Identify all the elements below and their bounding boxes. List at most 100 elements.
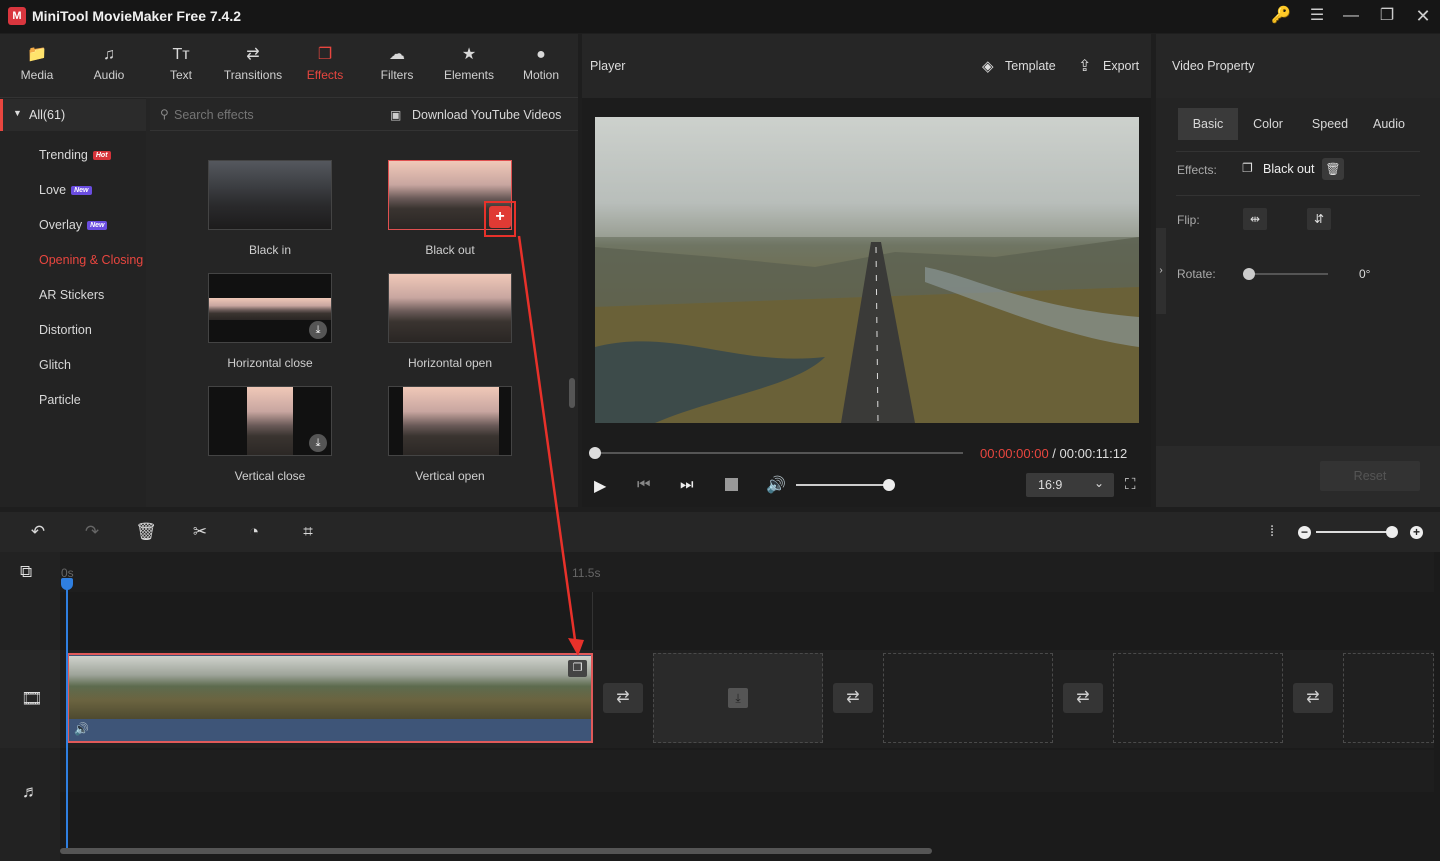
effect-thumb-black-in[interactable] [208, 160, 332, 230]
download-icon[interactable]: ⤓ [309, 321, 327, 339]
category-love[interactable]: Love New [39, 183, 92, 197]
empty-clip-slot[interactable] [1113, 653, 1283, 743]
aspect-ratio-select[interactable]: 16:9 ⌄ [1026, 473, 1114, 497]
crop-icon[interactable]: ⌗ [296, 520, 320, 544]
tab-color[interactable]: Color [1238, 108, 1298, 140]
tool-label: Media [20, 68, 54, 82]
category-opening-closing[interactable]: Opening & Closing [39, 253, 143, 267]
delete-effect-icon[interactable]: 🗑 [1322, 158, 1344, 180]
next-frame-button[interactable]: ⏭ [680, 476, 694, 493]
player-title: Player [590, 59, 626, 73]
film-icon: 🎞 [21, 689, 43, 708]
progress-track[interactable] [595, 452, 963, 454]
key-icon[interactable]: 🔑 [1268, 4, 1294, 28]
transition-swap-icon[interactable]: ⇄ [833, 683, 873, 713]
property-title: Video Property [1172, 59, 1255, 73]
close-icon[interactable]: ✕ [1410, 4, 1436, 28]
category-distortion[interactable]: Distortion [39, 323, 92, 337]
new-badge: New [71, 186, 92, 195]
transition-swap-icon[interactable]: ⇄ [1063, 683, 1103, 713]
tab-speed[interactable]: Speed [1298, 108, 1362, 140]
tool-transitions[interactable]: ⇄ Transitions [217, 34, 289, 98]
effect-label: Vertical close [234, 469, 306, 483]
category-label: Distortion [39, 323, 92, 337]
reset-button[interactable]: Reset [1320, 461, 1420, 491]
total-time: 00:00:11:12 [1059, 446, 1128, 461]
zoom-track[interactable] [1316, 531, 1392, 533]
zoom-handle[interactable] [1386, 526, 1398, 538]
tool-label: Audio [93, 68, 125, 82]
tab-audio[interactable]: Audio [1362, 108, 1416, 140]
clip-effect-icon[interactable]: ❐ [568, 660, 587, 677]
speed-icon[interactable]: ◔ [242, 520, 266, 544]
template-button[interactable]: Template [1005, 59, 1056, 73]
progress-handle[interactable] [589, 447, 601, 459]
category-particle[interactable]: Particle [39, 393, 81, 407]
flip-horizontal-icon[interactable]: ⇹ [1243, 208, 1267, 230]
zoom-in-icon[interactable]: + [1410, 526, 1423, 539]
flip-vertical-icon[interactable]: ⇵ [1307, 208, 1331, 230]
add-track-icon[interactable]: ⧉ [20, 562, 32, 582]
split-icon[interactable]: ✂ [188, 520, 212, 544]
category-glitch[interactable]: Glitch [39, 358, 71, 372]
panel-collapse-handle[interactable]: › [1156, 228, 1166, 314]
hot-badge: Hot [92, 151, 111, 160]
landscape-road-image [595, 117, 1139, 423]
effect-thumb-vertical-open[interactable] [388, 386, 512, 456]
download-youtube-link[interactable]: Download YouTube Videos [412, 108, 561, 122]
download-icon[interactable]: ⤓ [309, 434, 327, 452]
category-overlay[interactable]: Overlay New [39, 218, 108, 232]
tool-audio[interactable]: ♫ Audio [73, 34, 145, 98]
effects-scrollbar[interactable] [569, 378, 575, 408]
ruler-mark-label: 11.5s [572, 566, 601, 580]
fit-timeline-icon[interactable]: ⦙ [1260, 520, 1284, 544]
export-button[interactable]: Export [1103, 59, 1139, 73]
play-button[interactable]: ▶ [594, 476, 606, 496]
delete-icon[interactable]: 🗑 [134, 520, 158, 544]
timeline-ruler[interactable] [60, 552, 1434, 592]
playhead-line [66, 586, 68, 851]
effect-thumb-horizontal-open[interactable] [388, 273, 512, 343]
tool-text[interactable]: Tт Text [145, 34, 217, 98]
playhead-handle[interactable] [61, 578, 73, 590]
tool-media[interactable]: 📁 Media [1, 34, 73, 98]
tool-effects[interactable]: ❐ Effects [289, 34, 361, 98]
zoom-out-icon[interactable]: − [1298, 526, 1311, 539]
prev-frame-button[interactable]: ⏮ [637, 476, 651, 493]
category-trending[interactable]: Trending Hot [39, 148, 111, 162]
volume-track[interactable] [796, 484, 888, 486]
minimize-icon[interactable]: — [1338, 4, 1364, 28]
menu-icon[interactable]: ☰ [1304, 4, 1330, 28]
rotate-track[interactable] [1248, 273, 1328, 275]
redo-icon[interactable]: ↷ [80, 520, 104, 544]
tab-basic[interactable]: Basic [1178, 108, 1238, 140]
add-effect-button[interactable]: + [489, 206, 511, 228]
volume-icon[interactable]: 🔊 [766, 475, 786, 495]
search-input[interactable] [174, 105, 354, 125]
category-label: Trending [39, 148, 88, 162]
volume-handle[interactable] [883, 479, 895, 491]
player-header [582, 34, 1151, 98]
category-ar-stickers[interactable]: AR Stickers [39, 288, 104, 302]
tool-filters[interactable]: ☁ Filters [361, 34, 433, 98]
timeline-scrollbar[interactable] [60, 848, 932, 854]
maximize-icon[interactable]: ❐ [1374, 4, 1400, 28]
elements-icon: ★ [461, 46, 477, 63]
rotate-handle[interactable] [1243, 268, 1255, 280]
clip-audio-icon[interactable]: 🔊 [74, 722, 89, 736]
effect-label: Vertical open [415, 469, 485, 483]
stop-button[interactable] [725, 478, 738, 491]
undo-icon[interactable]: ↶ [26, 520, 50, 544]
empty-clip-slot[interactable] [883, 653, 1053, 743]
transition-swap-icon[interactable]: ⇄ [1293, 683, 1333, 713]
empty-clip-slot[interactable] [1343, 653, 1434, 743]
time-separator: / [1048, 446, 1060, 461]
transition-swap-icon[interactable]: ⇄ [603, 683, 643, 713]
category-all[interactable]: ▼ All(61) [0, 99, 146, 131]
applied-effect-name: Black out [1263, 162, 1315, 176]
time-display: 00:00:00:00 / 00:00:11:12 [980, 446, 1127, 461]
tool-elements[interactable]: ★ Elements [433, 34, 505, 98]
fullscreen-icon[interactable]: ⛶ [1125, 476, 1136, 493]
tool-motion[interactable]: ● Motion [505, 34, 577, 98]
video-preview [595, 117, 1139, 423]
